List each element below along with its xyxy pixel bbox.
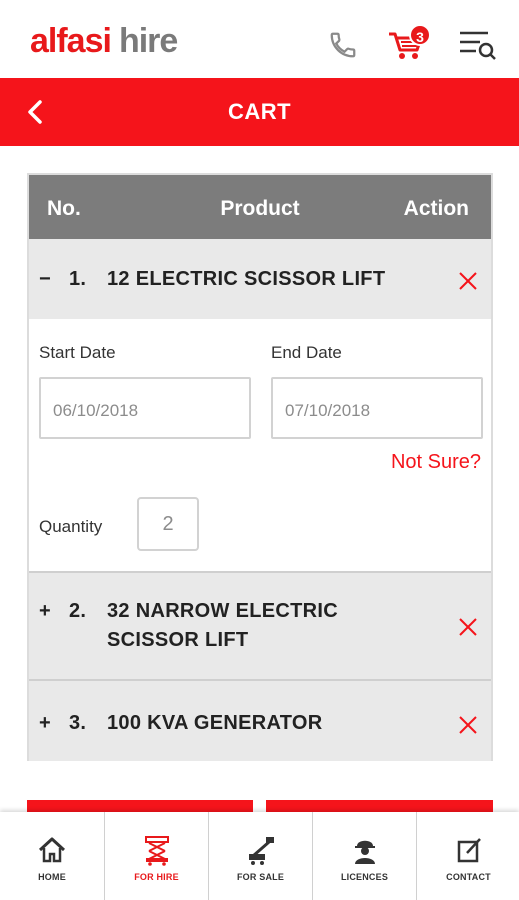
expand-toggle[interactable]: + (39, 597, 51, 626)
boom-lift-icon (249, 837, 274, 865)
home-icon (38, 837, 66, 863)
menu-search-icon[interactable] (458, 28, 498, 62)
nav-contact[interactable]: CONTACT (416, 812, 519, 900)
item-name: 12 ELECTRIC SCISSOR LIFT (107, 268, 386, 290)
nav-label: FOR HIRE (134, 872, 179, 882)
nav-home[interactable]: HOME (0, 812, 104, 900)
end-date-label: End Date (271, 343, 342, 362)
cart-count-badge: 3 (409, 24, 431, 46)
not-sure-link[interactable]: Not Sure? (391, 451, 481, 474)
remove-item-icon[interactable] (457, 714, 479, 736)
end-date-field[interactable]: 07/10/2018 (271, 377, 483, 439)
bottom-nav: HOME FOR HIRE FOR SALE LICENCES CONTACT (0, 812, 519, 900)
table-header: No. Product Action (29, 175, 491, 239)
nav-for-sale[interactable]: FOR SALE (208, 812, 312, 900)
expand-toggle[interactable]: + (39, 711, 51, 735)
quantity-field[interactable]: 2 (137, 497, 199, 551)
nav-label: CONTACT (446, 872, 491, 882)
item-number: 3. (69, 712, 87, 734)
remove-item-icon[interactable] (457, 270, 479, 292)
cart-item-row[interactable]: + 2. 32 NARROW ELECTRIC SCISSOR LIFT (29, 573, 491, 681)
scissor-lift-icon (145, 836, 169, 866)
logo[interactable]: alfasi hire (30, 22, 178, 61)
nav-licences[interactable]: LICENCES (312, 812, 416, 900)
edit-note-icon (457, 838, 481, 863)
quantity-label: Quantity (39, 517, 103, 536)
app-header: alfasi hire 3 (0, 0, 519, 78)
cart-table: No. Product Action − 1. 12 ELECTRIC SCIS… (27, 173, 493, 761)
column-header-action: Action (403, 197, 469, 220)
nav-label: LICENCES (340, 872, 389, 882)
item-number: 2. (69, 600, 87, 622)
item-details-panel: Start Date End Date 06/10/2018 07/10/201… (29, 319, 491, 573)
nav-label: HOME (38, 872, 66, 882)
logo-brand: alfasi (30, 22, 112, 60)
phone-icon[interactable] (328, 30, 358, 60)
nav-label: FOR SALE (236, 872, 285, 882)
cart-item-row[interactable]: − 1. 12 ELECTRIC SCISSOR LIFT (29, 239, 491, 319)
start-date-label: Start Date (39, 343, 116, 362)
item-number: 1. (69, 268, 87, 290)
cart-button[interactable]: 3 (385, 24, 437, 64)
logo-sub: hire (118, 22, 178, 60)
page-title: CART (227, 99, 292, 124)
cart-item-row[interactable]: + 3. 100 KVA GENERATOR (29, 681, 491, 761)
collapse-toggle[interactable]: − (39, 267, 51, 291)
item-name: 32 NARROW ELECTRIC SCISSOR LIFT (107, 600, 338, 651)
worker-icon (355, 840, 375, 864)
remove-item-icon[interactable] (457, 616, 479, 638)
item-name: 100 KVA GENERATOR (107, 712, 323, 734)
start-date-field[interactable]: 06/10/2018 (39, 377, 251, 439)
title-bar: CART (0, 78, 519, 146)
nav-for-hire[interactable]: FOR HIRE (104, 812, 208, 900)
